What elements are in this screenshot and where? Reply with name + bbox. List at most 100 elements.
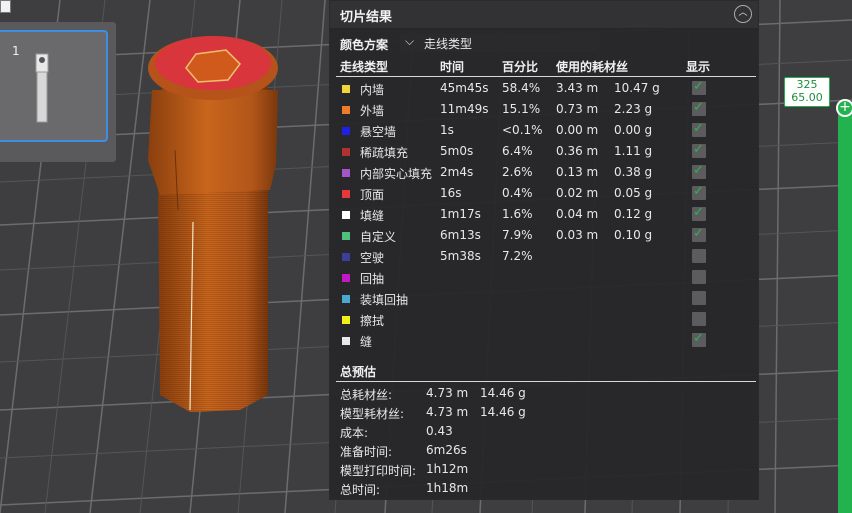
summary-label: 总耗材丝: bbox=[340, 388, 393, 402]
summary-divider bbox=[336, 381, 756, 382]
display-checkbox[interactable] bbox=[692, 163, 706, 179]
length-cell: 0.13 m bbox=[556, 165, 599, 179]
display-checkbox[interactable] bbox=[692, 270, 706, 284]
color-swatch bbox=[342, 127, 350, 135]
line-type-name: 回抽 bbox=[360, 272, 385, 286]
summary-value: 6m26s bbox=[426, 443, 467, 457]
corner-checkbox[interactable] bbox=[0, 0, 11, 13]
percent-cell: 15.1% bbox=[502, 102, 541, 116]
color-swatch bbox=[342, 274, 350, 282]
summary-weight: 14.46 g bbox=[480, 405, 526, 419]
length-cell: 0.02 m bbox=[556, 186, 599, 200]
color-swatch bbox=[342, 106, 350, 114]
weight-cell: 0.05 g bbox=[614, 186, 653, 200]
summary-weight: 14.46 g bbox=[480, 386, 526, 400]
summary-label: 模型打印时间: bbox=[340, 464, 417, 478]
color-scheme-dropdown[interactable]: ⌵ 走线类型 bbox=[400, 33, 598, 52]
summary-label: 成本: bbox=[340, 426, 369, 440]
line-type-name: 稀疏填充 bbox=[360, 146, 409, 160]
color-swatch bbox=[342, 85, 350, 93]
layer-slider-handle-plus-icon[interactable]: + bbox=[836, 99, 852, 117]
color-swatch bbox=[342, 190, 350, 198]
summary-row: 模型耗材丝: 4.73 m 14.46 g bbox=[330, 404, 758, 423]
color-swatch bbox=[342, 253, 350, 261]
panel-header: 切片结果 ︿ bbox=[330, 1, 758, 29]
display-checkbox[interactable] bbox=[692, 312, 706, 326]
line-type-name: 悬空墙 bbox=[360, 125, 397, 139]
model-preview[interactable] bbox=[148, 36, 278, 412]
summary-title: 总预估 bbox=[340, 365, 377, 379]
display-checkbox[interactable] bbox=[692, 291, 706, 305]
line-type-name: 内部实心填充 bbox=[360, 167, 433, 181]
display-checkbox[interactable] bbox=[692, 142, 706, 158]
line-type-name: 缝 bbox=[360, 335, 373, 349]
summary-value: 4.73 m bbox=[426, 405, 469, 419]
percent-cell: 6.4% bbox=[502, 144, 533, 158]
layer-slider-label: 325 65.00 bbox=[784, 77, 830, 107]
summary-row: 总耗材丝: 4.73 m 14.46 g bbox=[330, 385, 758, 404]
line-type-name: 内墙 bbox=[360, 83, 385, 97]
table-row: 回抽 bbox=[330, 268, 758, 289]
summary-row: 成本: 0.43 bbox=[330, 423, 758, 442]
table-row: 稀疏填充 5m0s 6.4% 0.36 m 1.11 g bbox=[330, 142, 758, 163]
header-line-type: 走线类型 bbox=[340, 60, 389, 74]
display-checkbox[interactable] bbox=[692, 205, 706, 221]
display-checkbox[interactable] bbox=[692, 249, 706, 263]
display-checkbox[interactable] bbox=[692, 100, 706, 116]
table-row: 内部实心填充 2m4s 2.6% 0.13 m 0.38 g bbox=[330, 163, 758, 184]
header-display: 显示 bbox=[686, 60, 711, 74]
summary-value: 4.73 m bbox=[426, 386, 469, 400]
length-cell: 0.36 m bbox=[556, 144, 599, 158]
time-cell: 2m4s bbox=[440, 165, 474, 179]
table-row: 装填回抽 bbox=[330, 289, 758, 310]
display-checkbox[interactable] bbox=[692, 79, 706, 95]
plate-number: 1 bbox=[12, 44, 20, 58]
time-cell: 16s bbox=[440, 186, 462, 200]
color-swatch bbox=[342, 295, 350, 303]
layer-number: 325 bbox=[796, 78, 818, 91]
line-type-name: 填缝 bbox=[360, 209, 385, 223]
header-filament-used: 使用的耗材丝 bbox=[556, 60, 629, 74]
color-swatch bbox=[342, 316, 350, 324]
weight-cell: 0.10 g bbox=[614, 228, 653, 242]
color-scheme-value: 走线类型 bbox=[424, 37, 473, 51]
summary-label: 准备时间: bbox=[340, 445, 393, 459]
table-row: 顶面 16s 0.4% 0.02 m 0.05 g bbox=[330, 184, 758, 205]
percent-cell: 58.4% bbox=[502, 81, 541, 95]
color-swatch bbox=[342, 169, 350, 177]
percent-cell: 0.4% bbox=[502, 186, 533, 200]
table-row: 内墙 45m45s 58.4% 3.43 m 10.47 g bbox=[330, 79, 758, 100]
summary-value: 1h18m bbox=[426, 481, 469, 495]
color-swatch bbox=[342, 211, 350, 219]
color-swatch bbox=[342, 232, 350, 240]
time-cell: 45m45s bbox=[440, 81, 489, 95]
layer-slider-track[interactable] bbox=[838, 107, 852, 513]
collapse-up-icon[interactable]: ︿ bbox=[734, 5, 752, 23]
summary-row: 准备时间: 6m26s bbox=[330, 442, 758, 461]
display-checkbox[interactable] bbox=[692, 331, 706, 347]
weight-cell: 2.23 g bbox=[614, 102, 653, 116]
display-checkbox[interactable] bbox=[692, 121, 706, 137]
display-checkbox[interactable] bbox=[692, 226, 706, 242]
length-cell: 0.04 m bbox=[556, 207, 599, 221]
panel-title: 切片结果 bbox=[340, 10, 393, 25]
summary-value: 1h12m bbox=[426, 462, 469, 476]
weight-cell: 0.38 g bbox=[614, 165, 653, 179]
layer-height: 65.00 bbox=[791, 91, 823, 104]
line-type-name: 外墙 bbox=[360, 104, 385, 118]
time-cell: 1m17s bbox=[440, 207, 481, 221]
display-checkbox[interactable] bbox=[692, 184, 706, 200]
length-cell: 0.73 m bbox=[556, 102, 599, 116]
length-cell: 0.00 m bbox=[556, 123, 599, 137]
color-swatch bbox=[342, 337, 350, 345]
length-cell: 0.03 m bbox=[556, 228, 599, 242]
line-type-name: 擦拭 bbox=[360, 314, 385, 328]
header-time: 时间 bbox=[440, 60, 465, 74]
header-percent: 百分比 bbox=[502, 60, 539, 74]
weight-cell: 0.12 g bbox=[614, 207, 653, 221]
table-row: 擦拭 bbox=[330, 310, 758, 331]
line-type-name: 顶面 bbox=[360, 188, 385, 202]
weight-cell: 10.47 g bbox=[614, 81, 660, 95]
percent-cell: 1.6% bbox=[502, 207, 533, 221]
summary-row: 总时间: 1h18m bbox=[330, 480, 758, 499]
